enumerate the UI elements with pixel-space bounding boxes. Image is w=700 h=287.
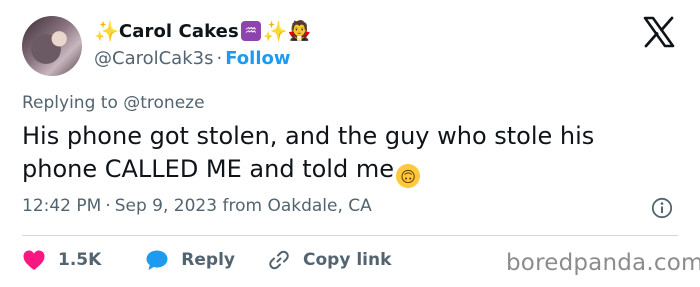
upside-down-face-emoji-icon: ☺ <box>395 163 420 188</box>
like-button[interactable]: 1.5K <box>22 249 101 271</box>
sparkles-emoji-icon: ✨ <box>94 19 119 43</box>
tweet-time[interactable]: 12:42 PM <box>22 196 101 216</box>
author-handle[interactable]: @CarolCak3s <box>94 48 213 69</box>
follow-button[interactable]: Follow <box>225 48 290 69</box>
tweet-date[interactable]: Sep 9, 2023 <box>115 196 217 216</box>
reply-context-prefix: Replying to <box>22 93 118 113</box>
link-icon <box>269 250 289 270</box>
meta-separator: · <box>105 196 111 216</box>
tweet-text: His phone got stolen, and the guy who st… <box>22 120 662 188</box>
author-display-name[interactable]: Carol Cakes <box>119 21 239 42</box>
reply-context: Replying to @troneze <box>22 93 205 113</box>
heart-icon <box>23 250 45 270</box>
x-logo-icon[interactable] <box>642 16 676 48</box>
watermark: boredpanda.com <box>506 250 700 276</box>
reply-button[interactable]: Reply <box>145 249 235 271</box>
reply-label: Reply <box>181 250 235 270</box>
avatar[interactable] <box>22 16 82 76</box>
divider <box>22 235 678 236</box>
tweet-metadata: 12:42 PM · Sep 9, 2023 from Oakdale, CA <box>22 196 372 216</box>
vampire-emoji-icon: 🧛 <box>287 19 312 42</box>
tweet-location: from Oakdale, CA <box>222 196 372 216</box>
aquarius-emoji-icon: ♒ <box>240 21 261 41</box>
tweet-body: His phone got stolen, and the guy who st… <box>22 122 595 183</box>
like-count: 1.5K <box>58 250 102 270</box>
info-icon[interactable] <box>651 197 673 219</box>
copy-link-button[interactable]: Copy link <box>267 248 391 272</box>
author-handle-row: @CarolCak3s · Follow <box>94 48 291 69</box>
separator: · <box>216 48 223 69</box>
reply-bubble-icon <box>146 250 168 270</box>
sparkles-emoji-icon: ✨ <box>262 19 288 43</box>
reply-mention[interactable]: @troneze <box>123 93 204 113</box>
copy-link-label: Copy link <box>303 250 392 270</box>
author-name-row: ✨ Carol Cakes ♒ ✨ 🧛 <box>94 14 311 48</box>
tweet-actions: 1.5K Reply Copy link <box>22 246 391 274</box>
